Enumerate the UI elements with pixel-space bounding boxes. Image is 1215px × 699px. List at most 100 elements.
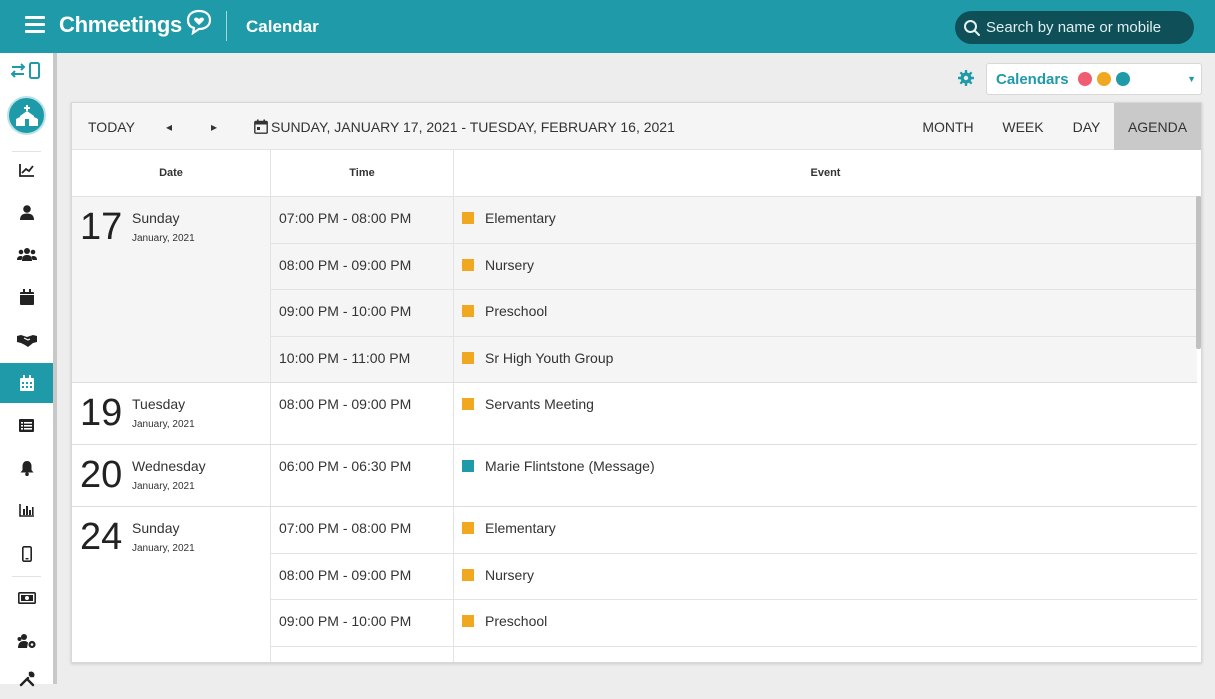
column-header-time: Time <box>349 167 375 179</box>
tools-icon <box>19 671 34 687</box>
next-button[interactable]: ▸ <box>211 103 217 150</box>
event-link[interactable]: Servants Meeting <box>462 396 594 412</box>
agenda-event-row[interactable]: 06:00 PM - 06:30 PM Marie Flintstone (Mes… <box>271 445 1197 507</box>
event-time: 07:00 PM - 08:00 PM <box>279 210 412 226</box>
event-color-swatch <box>462 351 474 364</box>
church-avatar[interactable] <box>7 96 46 135</box>
search-icon <box>964 19 980 36</box>
event-color-swatch <box>462 615 474 627</box>
agenda-scrollbar[interactable] <box>1196 196 1201 349</box>
day-month-year: January, 2021 <box>132 233 195 244</box>
agenda-event-row[interactable]: 07:00 PM - 08:00 PM Elementary <box>271 507 1197 554</box>
column-header-event: Event <box>810 167 841 179</box>
menu-icon[interactable] <box>25 16 45 34</box>
sidebar-item-mobile-app[interactable] <box>0 534 53 574</box>
view-month-button[interactable]: MONTH <box>912 103 984 150</box>
day-weekday: Tuesday <box>132 396 186 412</box>
calendar-dot-pink <box>1077 72 1092 86</box>
event-title: Marie Flintstone (Message) <box>485 458 655 474</box>
event-title: Elementary <box>485 520 556 536</box>
sidebar-item-forms[interactable] <box>0 405 53 445</box>
event-title: Preschool <box>485 303 548 319</box>
sidebar-item-events[interactable] <box>0 277 53 317</box>
calendars-select[interactable]: Calendars ▼ <box>986 63 1202 95</box>
event-color-swatch <box>462 522 474 534</box>
mobile-icon <box>21 546 32 562</box>
sidebar-item-people[interactable] <box>0 192 53 232</box>
event-link[interactable]: Elementary <box>462 210 556 226</box>
day-weekday: Wednesday <box>132 458 206 474</box>
agenda-day-group: 17 Sunday January, 2021 07:00 PM - 08:00 PM… <box>72 197 1197 383</box>
today-button[interactable]: TODAY <box>88 103 135 150</box>
agenda-event-row[interactable]: 07:00 PM - 08:00 PM Elementary <box>271 197 1197 244</box>
agenda-event-row[interactable]: 08:00 PM - 09:00 PM Nursery <box>271 553 1197 600</box>
event-link[interactable]: Sr High Youth Group <box>462 350 613 366</box>
app-logo[interactable]: Chmeetings <box>59 9 214 38</box>
event-link[interactable]: Preschool <box>462 303 547 319</box>
agenda-event-row[interactable]: 09:00 PM - 10:00 PM Preschool <box>271 290 1197 337</box>
agenda-event-row[interactable]: 10:00 PM - 11:00 PM Sr High Youth Group <box>271 646 1197 663</box>
event-link[interactable]: Elementary <box>462 520 556 536</box>
sidebar-item-reports[interactable] <box>0 490 53 530</box>
calendar-settings-gear-icon[interactable] <box>958 70 974 91</box>
list-icon <box>19 418 34 432</box>
agenda-event-row[interactable]: 08:00 PM - 09:00 PM Nursery <box>271 243 1197 290</box>
sidebar-item-settings[interactable] <box>0 659 53 699</box>
agenda-event-row[interactable]: 10:00 PM - 11:00 PM Sr High Youth Group <box>271 336 1197 383</box>
event-time: 08:00 PM - 09:00 PM <box>279 256 412 273</box>
day-weekday: Sunday <box>132 210 180 226</box>
event-link[interactable]: Nursery <box>462 257 534 273</box>
money-icon <box>17 592 36 604</box>
agenda-day-group: 24 Sunday January, 2021 07:00 PM - 08:00 PM… <box>72 507 1197 663</box>
event-color-swatch <box>462 460 474 472</box>
event-link[interactable]: Sr High Youth Group <box>462 660 613 663</box>
sidebar-scrollbar[interactable] <box>53 53 57 684</box>
event-color-swatch <box>462 305 474 317</box>
sidebar-item-volunteers[interactable] <box>0 320 53 360</box>
event-color-swatch <box>462 258 474 271</box>
column-divider <box>453 646 454 662</box>
sidebar-item-giving[interactable] <box>0 578 53 618</box>
view-week-button[interactable]: WEEK <box>987 103 1059 150</box>
switch-device-icon[interactable] <box>10 61 42 86</box>
calendar-panel: TODAY ◂ ▸ SUNDAY, JANUARY 17, 2021 - TUE… <box>71 102 1202 663</box>
prev-button[interactable]: ◂ <box>166 103 172 150</box>
day-month-year: January, 2021 <box>132 419 195 430</box>
sidebar-item-dashboard[interactable] <box>0 150 53 190</box>
search-input[interactable] <box>986 19 1186 36</box>
sidebar-item-notifications[interactable] <box>0 448 53 488</box>
handshake-icon <box>16 334 37 347</box>
sidebar-item-groups[interactable] <box>0 234 53 274</box>
church-icon <box>15 104 38 126</box>
event-link[interactable]: Preschool <box>462 613 547 629</box>
agenda-day-group: 19 Tuesday January, 2021 08:00 PM - 09:00 P… <box>72 383 1197 445</box>
sidebar-item-calendar[interactable] <box>0 363 53 403</box>
users-icon <box>16 248 37 261</box>
sidebar-item-user-management[interactable] <box>0 621 53 661</box>
page-title: Calendar <box>246 17 319 36</box>
event-time: 10:00 PM - 11:00 PM <box>279 660 410 663</box>
column-divider <box>453 383 454 445</box>
agenda-event-row[interactable]: 08:00 PM - 09:00 PM Servants Meeting <box>271 383 1197 445</box>
calendar-dot-teal <box>1115 72 1130 86</box>
event-time: 06:00 PM - 06:30 PM <box>279 458 412 474</box>
column-divider <box>453 445 454 507</box>
event-time: 10:00 PM - 11:00 PM <box>279 349 411 366</box>
view-agenda-button[interactable]: AGENDA <box>1114 103 1201 150</box>
event-time: 08:00 PM - 09:00 PM <box>279 396 412 412</box>
agenda-event-row[interactable]: 09:00 PM - 10:00 PM Preschool <box>271 600 1197 647</box>
column-header-date: Date <box>159 167 183 179</box>
view-day-button[interactable]: DAY <box>1059 103 1114 150</box>
chart-line-icon <box>18 164 34 177</box>
search-box[interactable] <box>955 11 1194 44</box>
event-title: Sr High Youth Group <box>485 660 613 663</box>
calendar-dot-orange <box>1096 72 1111 86</box>
event-link[interactable]: Marie Flintstone (Message) <box>462 458 655 474</box>
event-link[interactable]: Nursery <box>462 567 534 583</box>
event-title: Sr High Youth Group <box>485 349 614 366</box>
calendars-label: Calendars <box>996 70 1069 88</box>
sidebar-divider <box>12 576 41 577</box>
event-title: Nursery <box>485 566 535 583</box>
user-icon <box>19 204 34 220</box>
event-color-swatch <box>462 661 474 662</box>
